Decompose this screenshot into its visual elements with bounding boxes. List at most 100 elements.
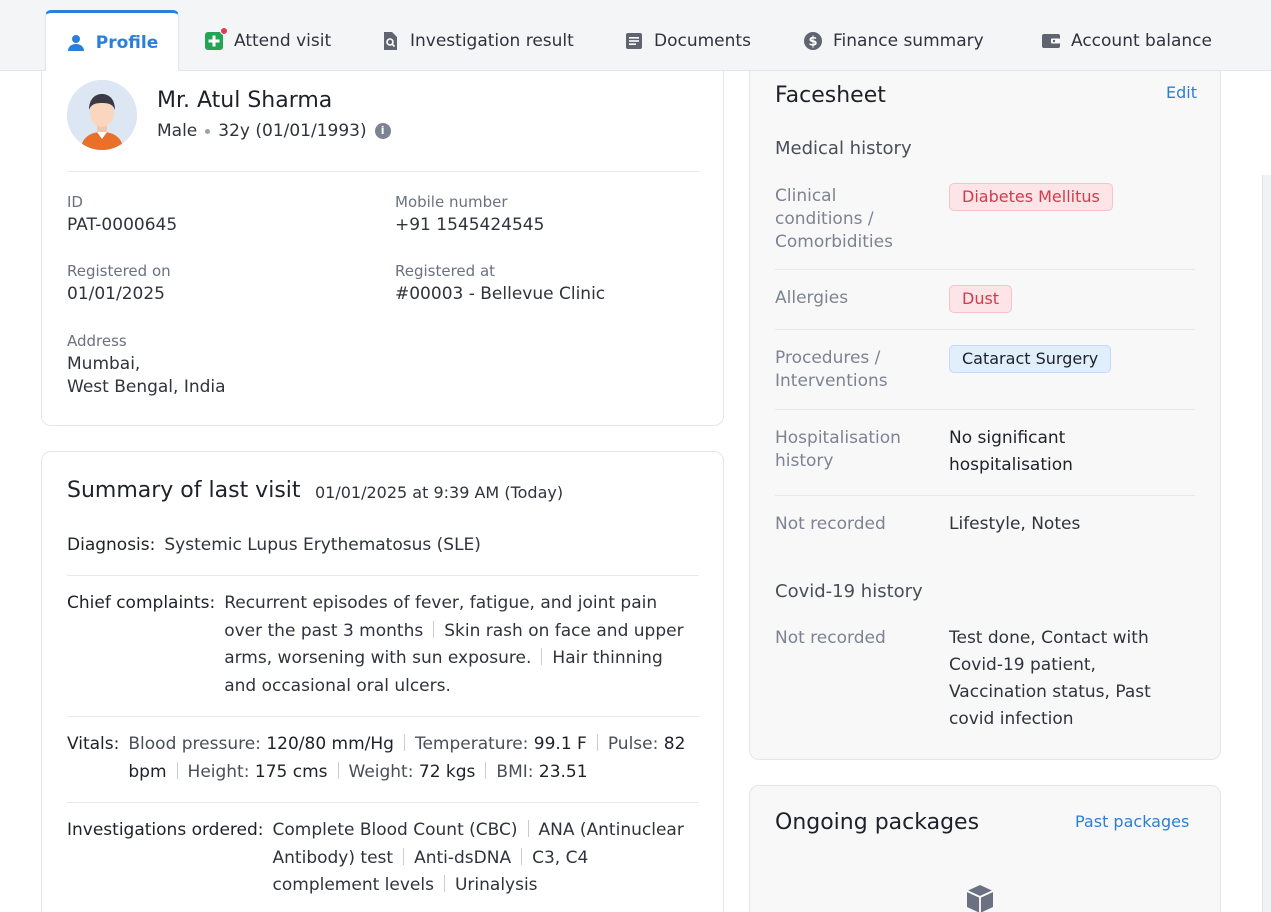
wallet-icon xyxy=(1041,31,1061,51)
document-icon xyxy=(624,31,644,51)
vital-value: 120/80 mm/Hg xyxy=(266,734,394,754)
covid-not-recorded-value: Test done, Contact with Covid-19 patient… xyxy=(949,628,1151,729)
tab-label: Investigation result xyxy=(410,30,574,51)
vitals-label: Vitals: xyxy=(67,734,120,754)
last-visit-summary-card: Summary of last visit 01/01/2025 at 9:39… xyxy=(41,451,724,912)
pipe-separator xyxy=(527,820,529,837)
pipe-separator xyxy=(541,648,543,665)
tab-bar: Profile Attend visit Investigation resul… xyxy=(0,0,1271,72)
pipe-separator xyxy=(521,847,523,865)
ongoing-packages-card: Ongoing packages Past packages xyxy=(749,785,1221,912)
vital-name: Blood pressure: xyxy=(128,734,261,754)
investigations-label: Investigations ordered: xyxy=(67,820,264,840)
packages-title: Ongoing packages xyxy=(775,810,980,835)
vital-value: 23.51 xyxy=(538,761,588,782)
allergy-chip[interactable]: Dust xyxy=(949,285,1013,313)
clinical-conditions-label: Clinical conditions / Comorbidities xyxy=(775,186,893,252)
divider xyxy=(775,329,1195,330)
patient-name: Mr. Atul Sharma xyxy=(157,88,333,113)
not-recorded-value: Lifestyle, Notes xyxy=(949,514,1081,534)
info-icon[interactable]: i xyxy=(374,123,391,139)
pipe-separator xyxy=(596,734,598,751)
vitals-value: Blood pressure: 120/80 mm/Hg Temperature:… xyxy=(128,731,699,786)
covid-not-recorded-label: Not recorded xyxy=(775,628,886,648)
divider xyxy=(775,269,1195,270)
tab-profile[interactable]: Profile xyxy=(45,10,179,72)
investigation-item: Anti-dsDNA xyxy=(414,847,512,868)
tab-label: Finance summary xyxy=(833,30,984,51)
investigation-item: Urinalysis xyxy=(454,875,538,895)
tab-finance-summary[interactable]: $ Finance summary xyxy=(803,10,984,71)
pipe-separator xyxy=(337,761,339,779)
tab-label: Account balance xyxy=(1071,30,1212,51)
vitals-row: Vitals: Blood pressure: 120/80 mm/Hg Temp… xyxy=(67,731,699,786)
procedures-label: Procedures / Interventions xyxy=(775,348,888,391)
patient-mobile: +91 1545424545 xyxy=(395,215,545,235)
investigations-row: Investigations ordered: Complete Blood C… xyxy=(67,817,699,900)
tab-account-balance[interactable]: Account balance xyxy=(1041,10,1212,71)
divider xyxy=(67,575,699,576)
registered-on-label: Registered on xyxy=(67,262,171,280)
package-box-icon xyxy=(964,883,996,912)
covid-history-heading: Covid-19 history xyxy=(775,581,923,602)
divider xyxy=(67,171,699,172)
user-icon xyxy=(66,33,86,53)
clinical-condition-chip[interactable]: Diabetes Mellitus xyxy=(949,183,1113,211)
pipe-separator xyxy=(485,761,487,779)
scrollbar[interactable] xyxy=(1262,175,1271,912)
registered-on: 01/01/2025 xyxy=(67,284,165,304)
divider xyxy=(67,716,699,717)
divider xyxy=(775,409,1195,410)
diagnosis-value: Systemic Lupus Erythematosus (SLE) xyxy=(164,535,481,555)
vital-name: Pulse: xyxy=(607,734,659,754)
patient-gender: Male xyxy=(157,121,198,141)
facesheet-title: Facesheet xyxy=(775,83,886,108)
complaints-label: Chief complaints: xyxy=(67,593,216,613)
procedure-chip[interactable]: Cataract Surgery xyxy=(949,345,1112,373)
patient-profile-card: Mr. Atul Sharma Male 32y (01/01/1993) i … xyxy=(41,71,724,426)
tab-label: Profile xyxy=(95,32,159,53)
notification-dot xyxy=(220,26,228,35)
vital-name: Weight: xyxy=(348,761,414,782)
patient-age: 32y (01/01/1993) xyxy=(218,121,367,141)
vital-name: BMI: xyxy=(496,761,534,782)
complaints-value: Recurrent episodes of fever, fatigue, an… xyxy=(224,590,699,700)
svg-text:$: $ xyxy=(808,34,817,49)
complaints-row: Chief complaints: Recurrent episodes of … xyxy=(67,590,699,700)
tab-attend-visit[interactable]: Attend visit xyxy=(204,10,331,71)
allergies-label: Allergies xyxy=(775,288,849,308)
hospitalisation-label: Hospitalisation history xyxy=(775,428,901,471)
patient-id: PAT-0000645 xyxy=(67,215,178,235)
separator-dot xyxy=(205,128,211,134)
avatar xyxy=(67,80,137,150)
registered-at-label: Registered at xyxy=(395,262,496,280)
tab-label: Attend visit xyxy=(234,30,332,51)
vital-value: 99.1 F xyxy=(533,734,587,754)
summary-title: Summary of last visit xyxy=(67,478,301,503)
address-line-2: West Bengal, India xyxy=(67,377,226,397)
tab-documents[interactable]: Documents xyxy=(624,10,751,71)
file-search-icon xyxy=(380,31,400,51)
address-label: Address xyxy=(67,332,127,350)
vital-value: 175 cms xyxy=(254,761,328,782)
id-label: ID xyxy=(67,193,83,211)
investigations-value: Complete Blood Count (CBC) ANA (Antinucle… xyxy=(273,817,699,900)
vital-name: Height: xyxy=(187,761,250,782)
pipe-separator xyxy=(443,875,445,892)
vital-name: Temperature: xyxy=(414,734,529,754)
divider xyxy=(67,802,699,803)
medical-history-heading: Medical history xyxy=(775,138,912,159)
hospitalisation-value: No significant hospitalisation xyxy=(949,428,1073,475)
investigation-item: Complete Blood Count (CBC) xyxy=(272,820,518,840)
pipe-separator xyxy=(176,761,178,779)
medical-plus-icon xyxy=(204,26,228,51)
facesheet-card: Facesheet Edit Medical history Clinical … xyxy=(749,71,1221,760)
edit-facesheet-link[interactable]: Edit xyxy=(1166,83,1197,102)
pipe-separator xyxy=(403,847,405,865)
past-packages-link[interactable]: Past packages xyxy=(1075,812,1189,831)
diagnosis-row: Diagnosis: Systemic Lupus Erythematosus … xyxy=(67,532,699,560)
tab-investigation-result[interactable]: Investigation result xyxy=(380,10,574,71)
diagnosis-label: Diagnosis: xyxy=(67,535,156,555)
divider xyxy=(775,495,1195,496)
summary-date: 01/01/2025 at 9:39 AM (Today) xyxy=(315,483,564,502)
